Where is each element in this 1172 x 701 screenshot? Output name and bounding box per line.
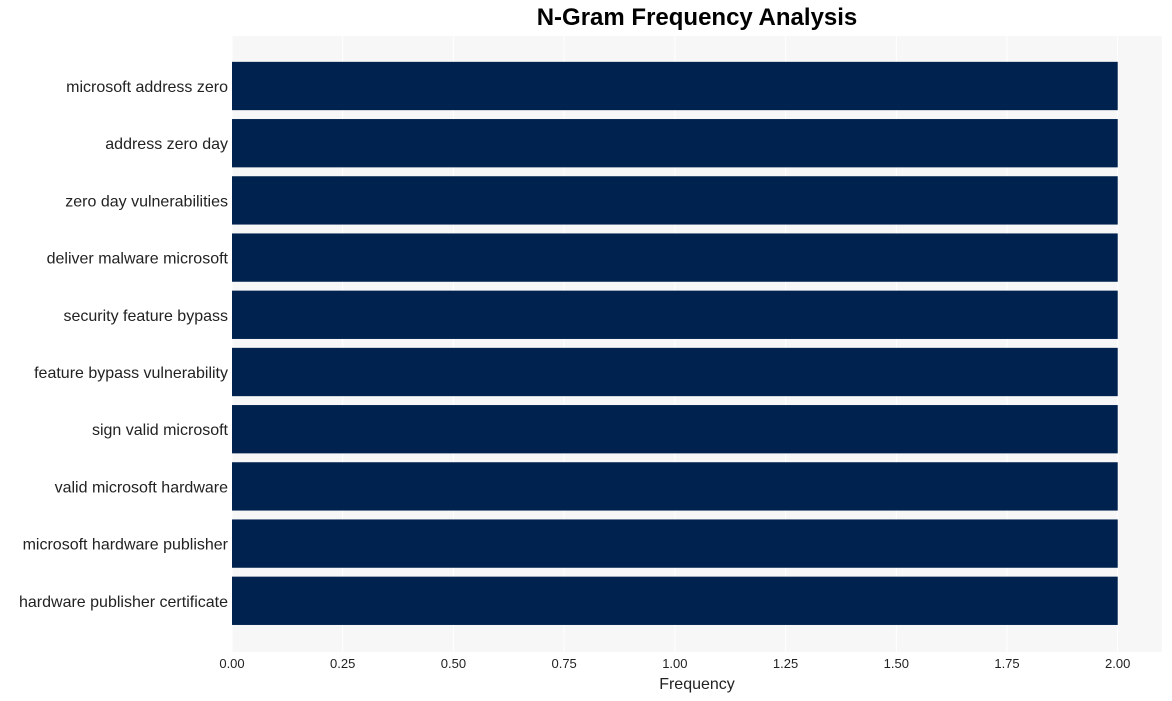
y-tick-label: hardware publisher certificate: [19, 594, 228, 611]
bar: [232, 576, 1118, 625]
y-tick-labels: microsoft address zero address zero day ze…: [19, 79, 229, 611]
bar: [232, 176, 1118, 225]
x-tick-label: 0.50: [441, 656, 466, 671]
x-tick-label: 0.00: [219, 656, 244, 671]
y-tick-label: sign valid microsoft: [92, 422, 229, 439]
y-tick-label: zero day vulnerabilities: [65, 193, 228, 210]
bar: [232, 290, 1118, 339]
x-tick-label: 1.50: [884, 656, 909, 671]
bar: [232, 347, 1118, 397]
x-tick-label: 2.00: [1105, 656, 1130, 671]
y-tick-label: address zero day: [105, 136, 228, 153]
x-tick-label: 0.75: [551, 656, 576, 671]
y-tick-label: valid microsoft hardware: [55, 479, 229, 496]
x-tick-label: 1.75: [994, 656, 1019, 671]
y-tick-label: deliver malware microsoft: [47, 251, 229, 268]
y-tick-label: security feature bypass: [63, 308, 228, 325]
x-tick-label: 1.00: [662, 656, 687, 671]
y-tick-label: microsoft address zero: [66, 79, 228, 96]
bar: [232, 462, 1118, 511]
bar: [232, 119, 1118, 168]
bar: [232, 233, 1118, 282]
x-tick-label: 1.25: [773, 656, 798, 671]
x-tick-labels: 0.00 0.25 0.50 0.75 1.00 1.25 1.50 1.75 2.00: [219, 656, 1130, 671]
bar: [232, 519, 1118, 568]
chart: microsoft address zero address zero day ze…: [19, 36, 1162, 693]
bar: [232, 61, 1118, 111]
x-tick-label: 0.25: [330, 656, 355, 671]
y-tick-label: feature bypass vulnerability: [34, 365, 228, 382]
bar: [232, 405, 1118, 454]
x-axis-label: Frequency: [659, 676, 735, 693]
y-tick-label: microsoft hardware publisher: [23, 537, 229, 554]
